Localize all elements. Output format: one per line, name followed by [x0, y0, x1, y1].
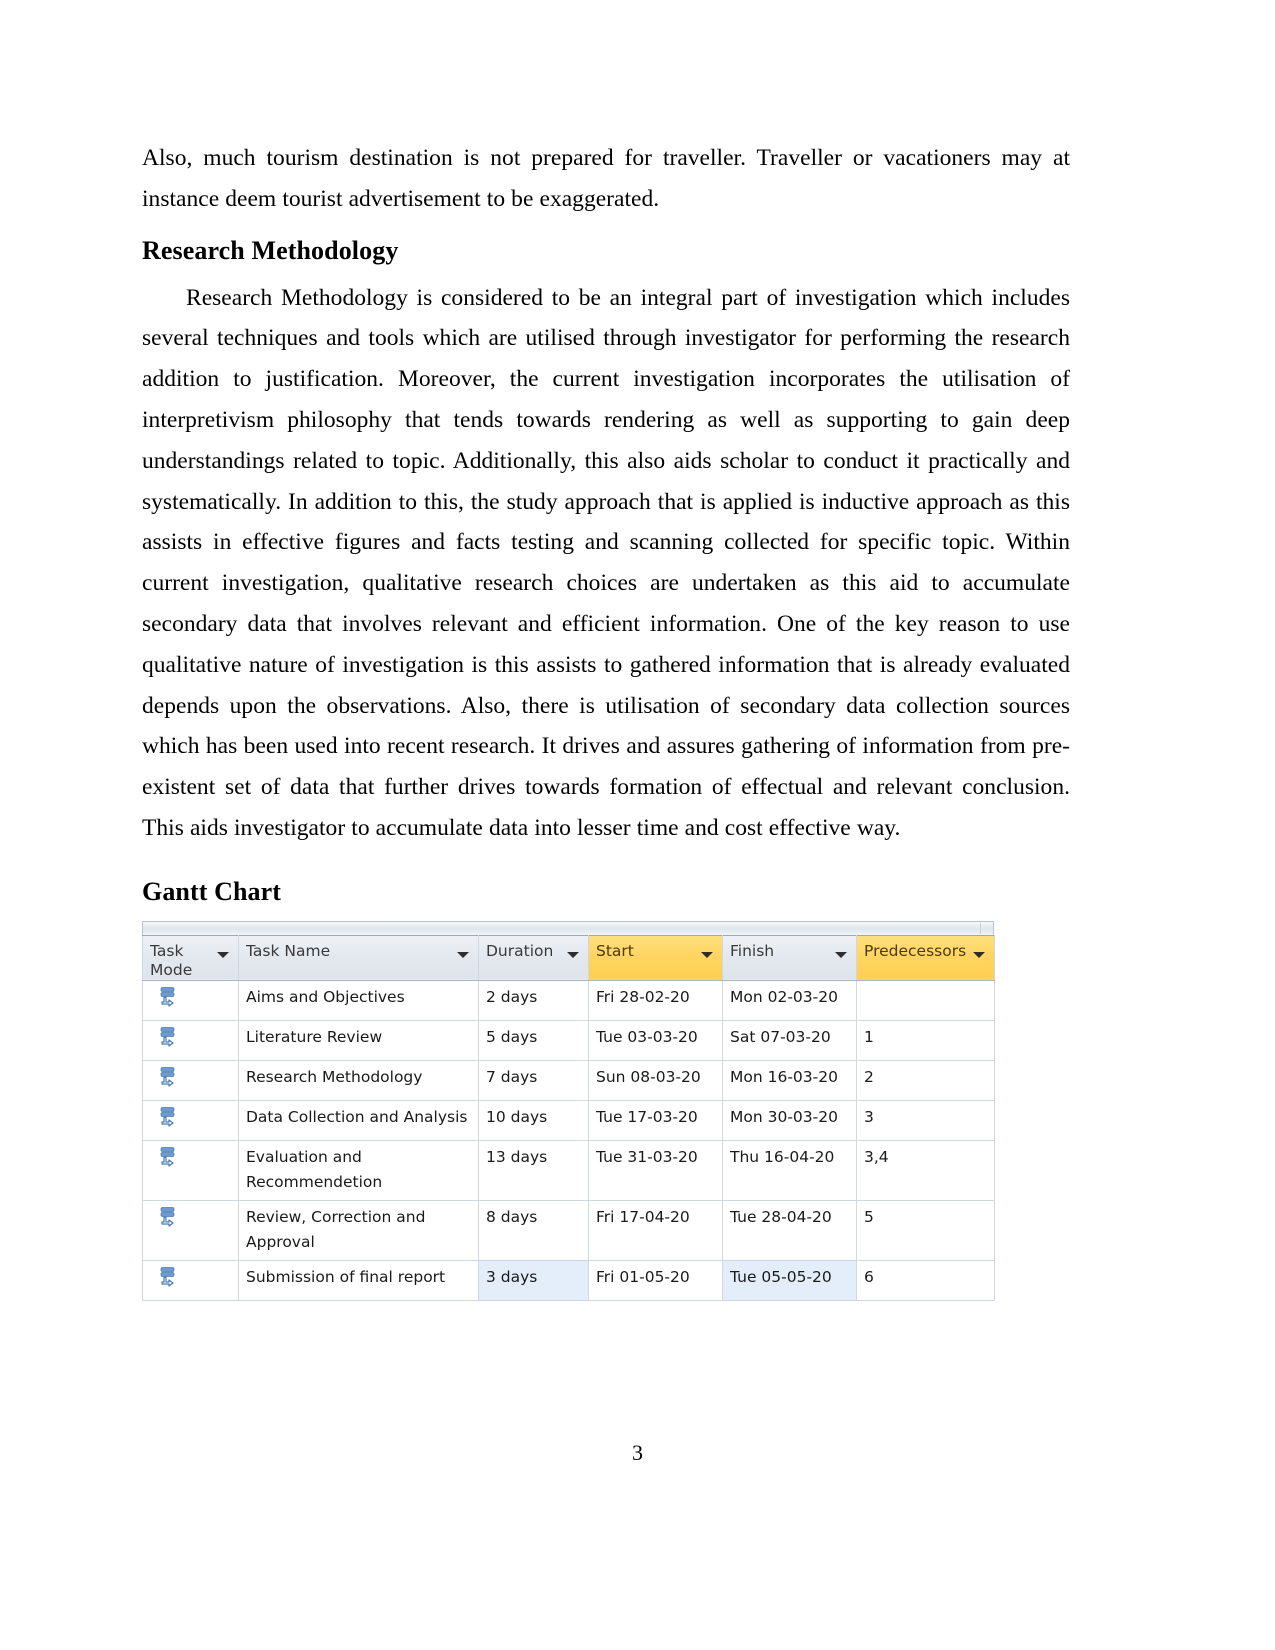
cell-task-name[interactable]: Research Methodology	[238, 1059, 479, 1101]
column-header-predecessors[interactable]: Predecessors	[856, 934, 995, 981]
cell-predecessors[interactable]: 5	[856, 1199, 995, 1261]
cell-start[interactable]: Tue 31-03-20	[588, 1139, 723, 1201]
chevron-down-icon[interactable]	[973, 951, 985, 958]
cell-start[interactable]: Tue 03-03-20	[588, 1019, 723, 1061]
cell-task-name[interactable]: Review, Correction and Approval	[238, 1199, 479, 1261]
cell-task-name[interactable]: Submission of final report	[238, 1259, 479, 1301]
task-table-head: Task Mode Task Name Duration Start Finis…	[142, 934, 995, 981]
chevron-down-icon[interactable]	[567, 951, 579, 958]
manually-scheduled-icon	[160, 1066, 175, 1087]
cell-start[interactable]: Fri 28-02-20	[588, 979, 723, 1021]
cell-task-name[interactable]: Evaluation and Recommendetion	[238, 1139, 479, 1201]
table-row[interactable]: Data Collection and Analysis 10 days Tue 1…	[142, 1099, 995, 1141]
column-header-finish[interactable]: Finish	[722, 934, 857, 981]
column-header-predecessors-label: Predecessors	[864, 941, 967, 960]
cell-start[interactable]: Sun 08-03-20	[588, 1059, 723, 1101]
cell-task-mode[interactable]	[142, 1059, 239, 1101]
table-row[interactable]: Research Methodology 7 days Sun 08-03-20 Mo…	[142, 1059, 995, 1101]
heading-research-methodology: Research Methodology	[142, 235, 399, 265]
cell-duration[interactable]: 10 days	[478, 1099, 589, 1141]
page-content: Also, much tourism destination is not pr…	[142, 138, 1070, 1301]
column-header-task-mode-label: Task Mode	[150, 941, 193, 979]
cell-duration[interactable]: 7 days	[478, 1059, 589, 1101]
chevron-down-icon[interactable]	[457, 951, 469, 958]
manually-scheduled-icon	[160, 1026, 175, 1047]
table-row[interactable]: Submission of final report 3 days Fri 01-0…	[142, 1259, 995, 1301]
cell-finish[interactable]: Mon 02-03-20	[722, 979, 857, 1021]
cell-finish[interactable]: Sat 07-03-20	[722, 1019, 857, 1061]
document-page: Also, much tourism destination is not pr…	[0, 0, 1275, 1650]
cell-finish[interactable]: Tue 28-04-20	[722, 1199, 857, 1261]
column-header-duration-label: Duration	[486, 941, 554, 960]
gantt-task-grid[interactable]: Task Mode Task Name Duration Start Finis…	[142, 920, 995, 1301]
task-table: Task Mode Task Name Duration Start Finis…	[142, 934, 995, 1301]
cell-task-mode[interactable]	[142, 979, 239, 1021]
cell-duration[interactable]: 3 days	[478, 1259, 589, 1301]
cell-predecessors[interactable]: 3	[856, 1099, 995, 1141]
cell-start[interactable]: Fri 01-05-20	[588, 1259, 723, 1301]
manually-scheduled-icon	[160, 1146, 175, 1167]
cell-task-mode[interactable]	[142, 1099, 239, 1141]
cell-duration[interactable]: 8 days	[478, 1199, 589, 1261]
table-row[interactable]: Evaluation and Recommendetion 13 days Tue …	[142, 1139, 995, 1201]
cell-finish[interactable]: Tue 05-05-20	[722, 1259, 857, 1301]
manually-scheduled-icon	[160, 1266, 175, 1287]
cell-task-mode[interactable]	[142, 1019, 239, 1061]
paragraph-research-methodology: Research Methodology is considered to be…	[142, 284, 1070, 841]
cell-predecessors[interactable]: 6	[856, 1259, 995, 1301]
cell-duration[interactable]: 2 days	[478, 979, 589, 1021]
cell-finish[interactable]: Mon 16-03-20	[722, 1059, 857, 1101]
manually-scheduled-icon	[160, 1106, 175, 1127]
chevron-down-icon[interactable]	[835, 951, 847, 958]
heading-gantt-chart: Gantt Chart	[142, 876, 282, 906]
task-table-body: Aims and Objectives 2 days Fri 28-02-20 Mon…	[142, 979, 995, 1301]
column-header-duration[interactable]: Duration	[478, 934, 589, 981]
cell-finish[interactable]: Mon 30-03-20	[722, 1099, 857, 1141]
cell-task-name[interactable]: Literature Review	[238, 1019, 479, 1061]
table-row[interactable]: Literature Review 5 days Tue 03-03-20 Sat 0…	[142, 1019, 995, 1061]
cell-predecessors[interactable]: 1	[856, 1019, 995, 1061]
cell-task-name[interactable]: Data Collection and Analysis	[238, 1099, 479, 1141]
cell-finish[interactable]: Thu 16-04-20	[722, 1139, 857, 1201]
cell-predecessors[interactable]	[856, 979, 995, 1021]
cell-task-name[interactable]: Aims and Objectives	[238, 979, 479, 1021]
table-row[interactable]: Review, Correction and Approval 8 days Fri…	[142, 1199, 995, 1261]
cell-task-mode[interactable]	[142, 1139, 239, 1201]
cell-task-mode[interactable]	[142, 1259, 239, 1301]
column-header-start[interactable]: Start	[588, 934, 723, 981]
cell-task-mode[interactable]	[142, 1199, 239, 1261]
cell-predecessors[interactable]: 2	[856, 1059, 995, 1101]
manually-scheduled-icon	[160, 986, 175, 1007]
page-number: 3	[632, 1440, 643, 1465]
cell-duration[interactable]: 5 days	[478, 1019, 589, 1061]
cell-start[interactable]: Fri 17-04-20	[588, 1199, 723, 1261]
column-header-task-name-label: Task Name	[246, 941, 331, 960]
column-header-task-name[interactable]: Task Name	[238, 934, 479, 981]
cell-start[interactable]: Tue 17-03-20	[588, 1099, 723, 1141]
column-header-task-mode[interactable]: Task Mode	[142, 934, 239, 981]
cell-predecessors[interactable]: 3,4	[856, 1139, 995, 1201]
table-header-row: Task Mode Task Name Duration Start Finis…	[142, 934, 995, 981]
column-header-start-label: Start	[596, 941, 634, 960]
chevron-down-icon[interactable]	[701, 951, 713, 958]
column-header-finish-label: Finish	[730, 941, 775, 960]
chevron-down-icon[interactable]	[217, 951, 229, 958]
cell-duration[interactable]: 13 days	[478, 1139, 589, 1201]
manually-scheduled-icon	[160, 1206, 175, 1227]
paragraph-intro: Also, much tourism destination is not pr…	[142, 145, 1070, 212]
grid-top-scroll-bar[interactable]	[142, 920, 994, 935]
table-row[interactable]: Aims and Objectives 2 days Fri 28-02-20 Mon…	[142, 979, 995, 1021]
